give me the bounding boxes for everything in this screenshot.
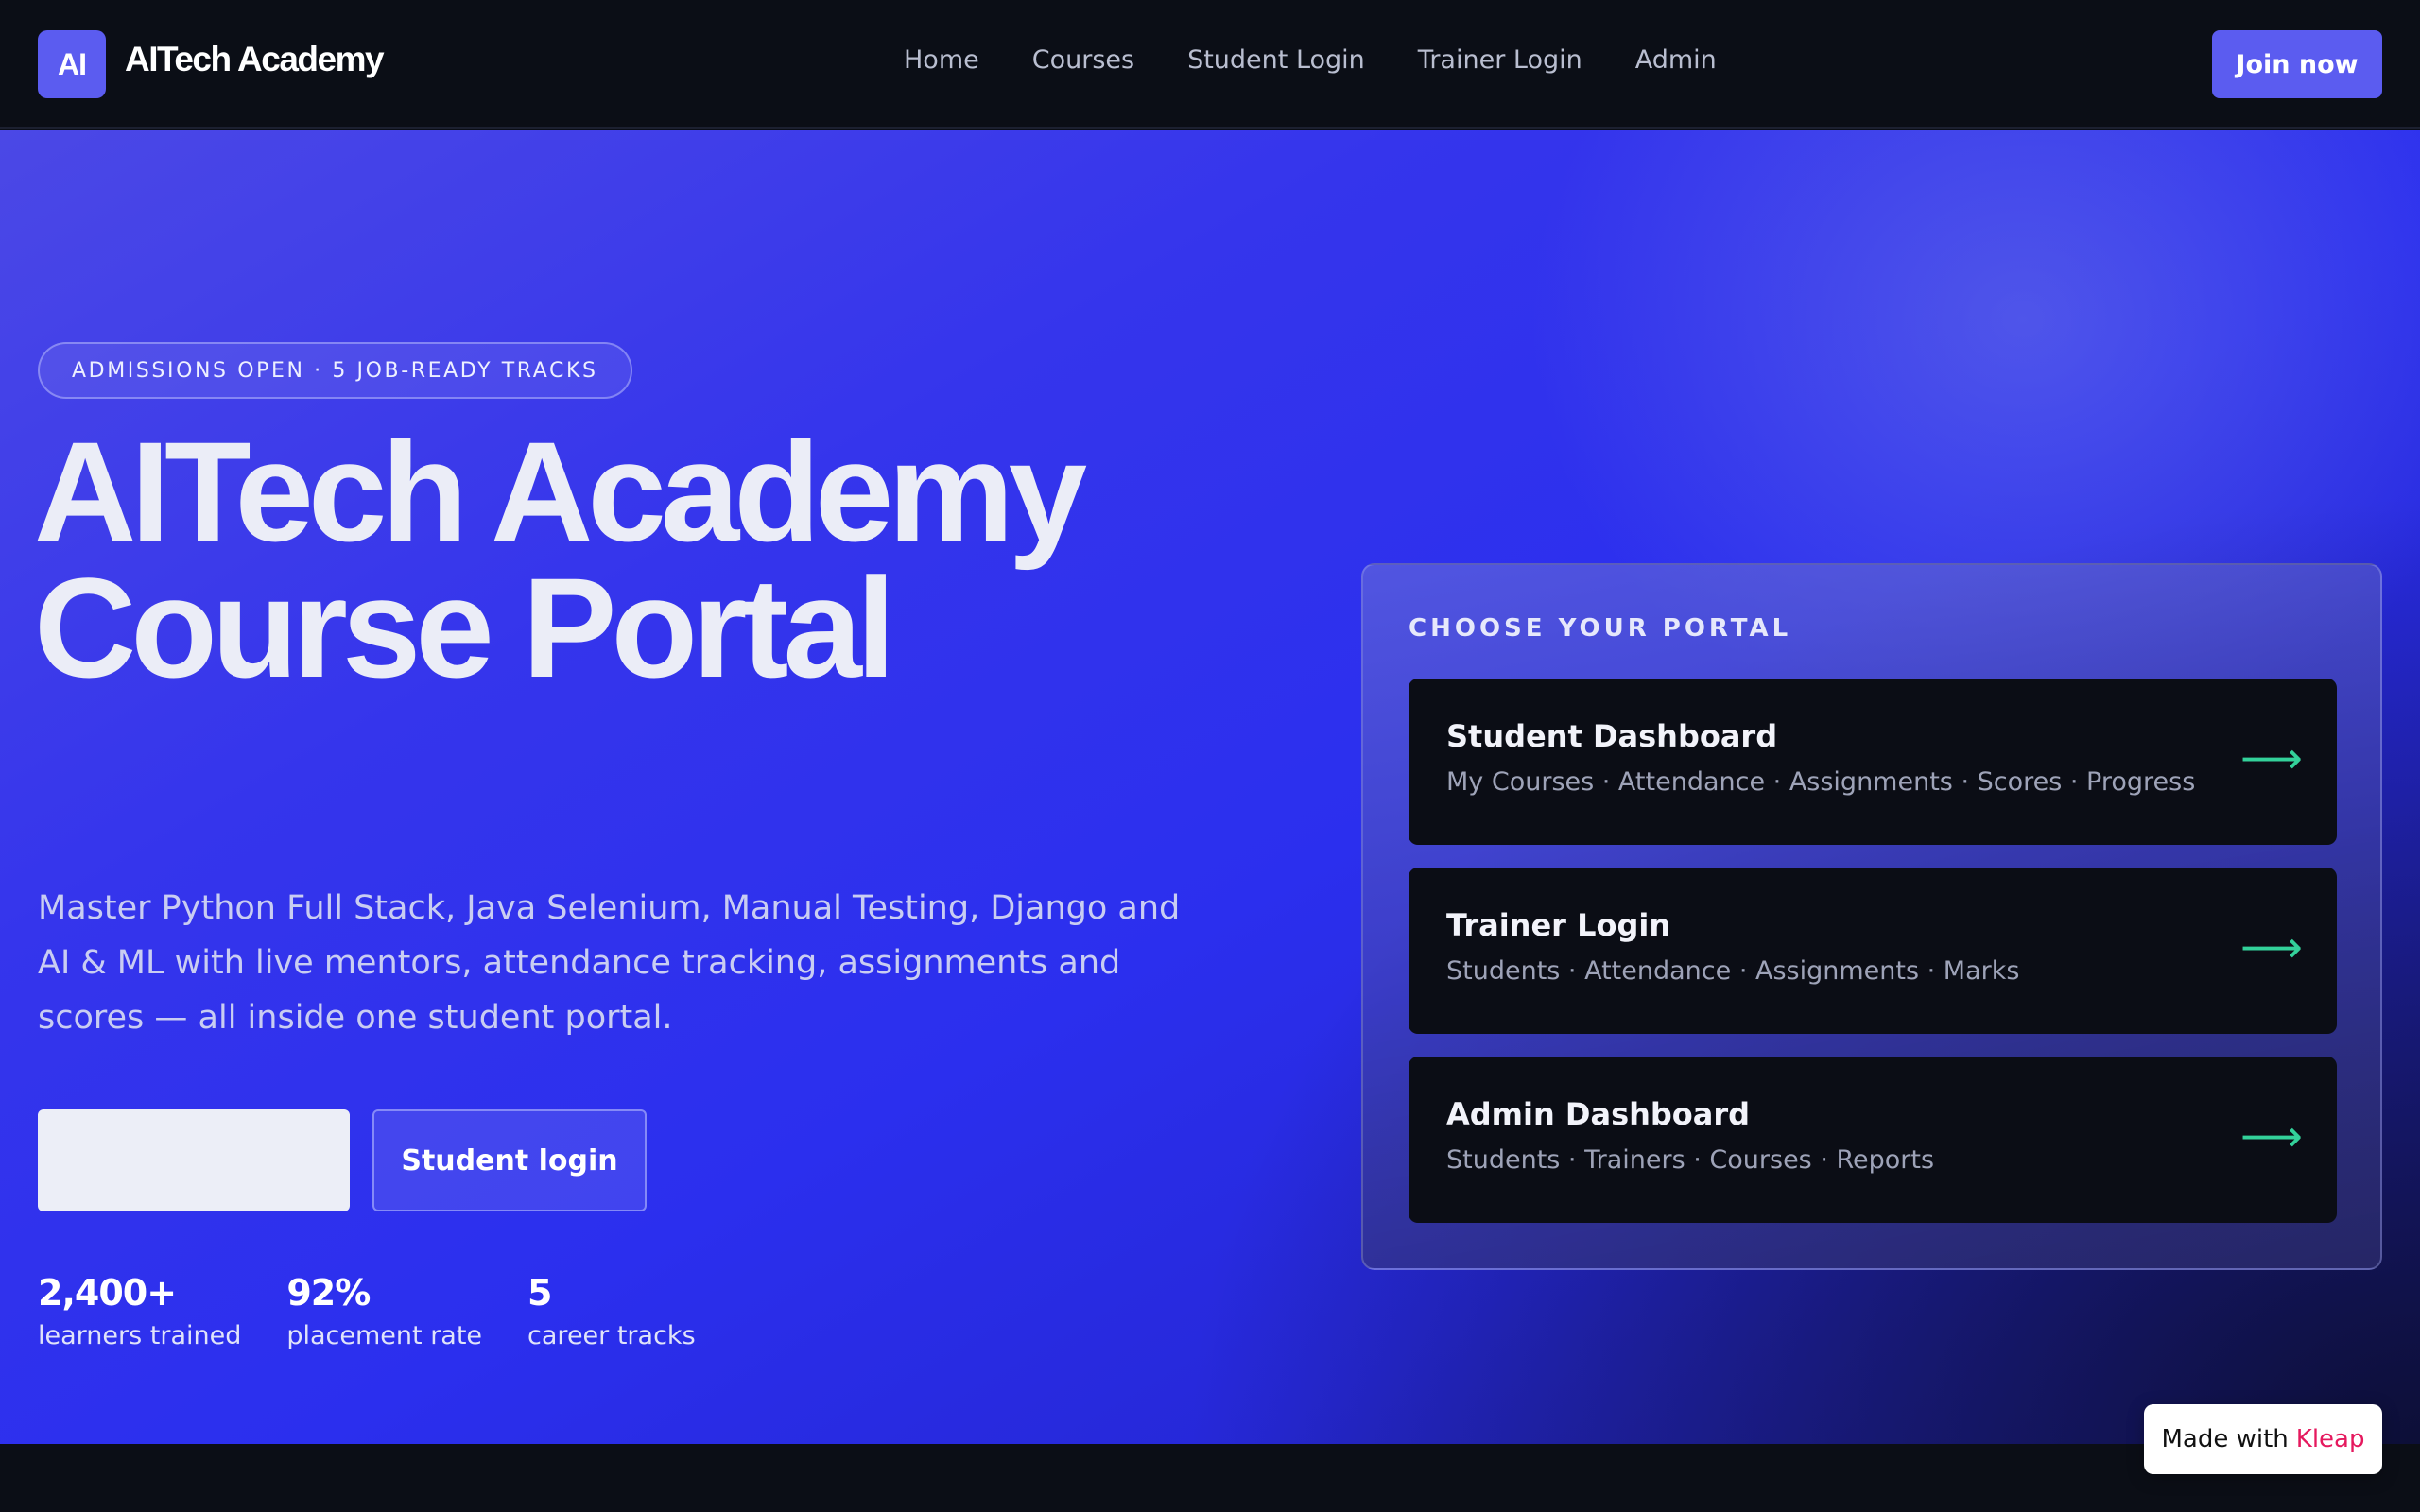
stat-learners: 2,400+ learners trained xyxy=(38,1270,241,1355)
stat-value: 5 xyxy=(527,1272,552,1314)
portal-heading: CHOOSE YOUR PORTAL xyxy=(1409,614,1792,643)
nav-link-home[interactable]: Home xyxy=(904,45,979,75)
made-with-kleap-badge[interactable]: Made with Kleap xyxy=(2144,1404,2382,1474)
portal-item-admin-dashboard[interactable]: Admin Dashboard Students · Trainers · Co… xyxy=(1409,1057,2337,1223)
nav-link-admin[interactable]: Admin xyxy=(1635,45,1717,75)
hero-title-line2: Course Portal xyxy=(34,548,896,707)
stat-placement: 92% placement rate xyxy=(286,1270,482,1355)
hero-section: ADMISSIONS OPEN · 5 JOB-READY TRACKS AIT… xyxy=(0,130,2420,1444)
primary-cta-button[interactable] xyxy=(38,1109,350,1211)
kleap-brand-text: Kleap xyxy=(2295,1425,2365,1453)
student-login-button[interactable]: Student login xyxy=(372,1109,647,1211)
stat-label: learners trained xyxy=(38,1321,242,1350)
arrow-right-icon: ⟶ xyxy=(2240,732,2303,783)
arrow-right-icon: ⟶ xyxy=(2240,921,2303,972)
nav-link-trainer-login[interactable]: Trainer Login xyxy=(1418,45,1582,75)
arrow-right-icon: ⟶ xyxy=(2240,1110,2303,1161)
portal-card: CHOOSE YOUR PORTAL Student Dashboard My … xyxy=(1361,563,2382,1270)
portal-item-title: Admin Dashboard xyxy=(1446,1096,1751,1132)
hero-description: Master Python Full Stack, Java Selenium,… xyxy=(38,889,1181,1037)
portal-item-subtitle: My Courses · Attendance · Assignments · … xyxy=(1446,767,2196,797)
stat-tracks: 5 career tracks xyxy=(527,1270,696,1355)
logo-icon[interactable]: AI xyxy=(38,30,106,98)
portal-item-subtitle: Students · Trainers · Courses · Reports xyxy=(1446,1145,1935,1175)
portal-item-student-dashboard[interactable]: Student Dashboard My Courses · Attendanc… xyxy=(1409,679,2337,845)
admissions-badge: ADMISSIONS OPEN · 5 JOB-READY TRACKS xyxy=(38,342,632,399)
stat-label: career tracks xyxy=(527,1321,696,1350)
hero-title: AITech Academy Course Portal xyxy=(34,412,1263,707)
portal-item-title: Trainer Login xyxy=(1446,907,1671,943)
join-now-button[interactable]: Join now xyxy=(2212,30,2382,98)
brand-name[interactable]: AITech Academy xyxy=(125,40,385,79)
stat-value: 2,400+ xyxy=(38,1272,177,1314)
hero-title-line1: AITech Academy xyxy=(34,412,1087,571)
nav-link-courses[interactable]: Courses xyxy=(1032,45,1134,75)
top-navbar: AI AITech Academy Home Courses Student L… xyxy=(0,0,2420,129)
stat-label: placement rate xyxy=(286,1321,483,1350)
nav-link-student-login[interactable]: Student Login xyxy=(1187,45,1365,75)
made-with-text: Made with xyxy=(2161,1425,2289,1453)
stat-value: 92% xyxy=(286,1272,371,1314)
portal-item-subtitle: Students · Attendance · Assignments · Ma… xyxy=(1446,956,2020,986)
portal-item-title: Student Dashboard xyxy=(1446,718,1778,754)
portal-item-trainer-login[interactable]: Trainer Login Students · Attendance · As… xyxy=(1409,868,2337,1034)
stats-row: 2,400+ learners trained 92% placement ra… xyxy=(38,1270,741,1355)
nav-links: Home Courses Student Login Trainer Login… xyxy=(904,45,1717,75)
footer-strip xyxy=(0,1444,2420,1512)
